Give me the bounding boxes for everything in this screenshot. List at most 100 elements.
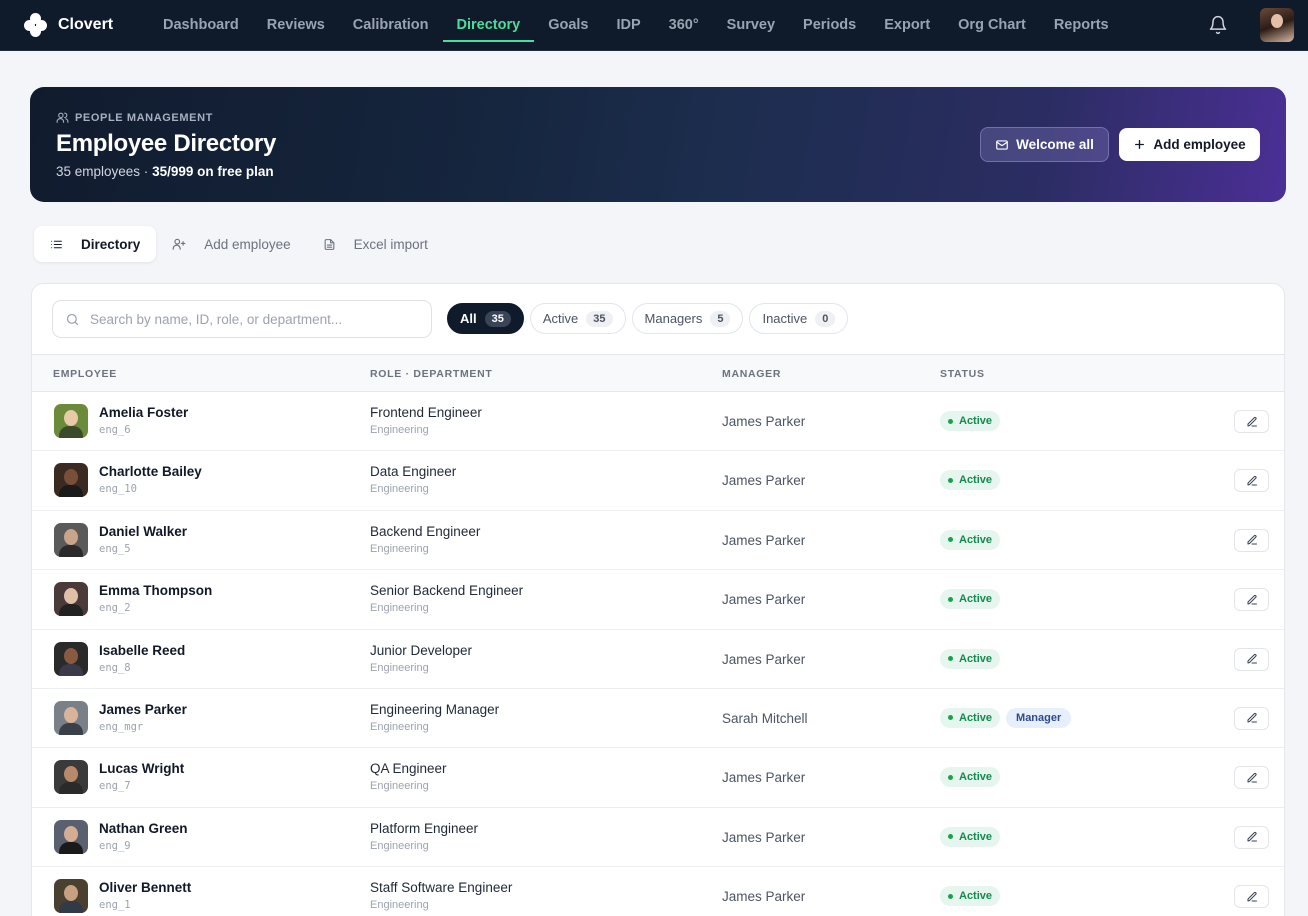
welcome-all-button[interactable]: Welcome all: [980, 127, 1109, 162]
filter-inactive[interactable]: Inactive 0: [749, 303, 849, 334]
employee-id: eng_mgr: [99, 720, 144, 733]
user-plus-icon: [172, 237, 195, 251]
list-icon: [50, 238, 72, 251]
header-employee: EMPLOYEE: [53, 368, 117, 380]
status-badge: Active: [940, 411, 1001, 431]
filter-managers[interactable]: Managers 5: [631, 303, 744, 334]
user-avatar[interactable]: [1260, 8, 1294, 42]
table-row[interactable]: Lucas Wright eng_7 QA Engineer Engineering J…: [32, 748, 1284, 808]
employee-id: eng_5: [99, 542, 131, 555]
nav-item-calibration[interactable]: Calibration: [339, 0, 443, 51]
nav-item-360[interactable]: 360°: [655, 0, 713, 51]
edit-icon: [1247, 475, 1257, 486]
header-status: STATUS: [940, 368, 985, 380]
table-row[interactable]: Isabelle Reed eng_8 Junior Developer Engine…: [32, 630, 1284, 689]
plan-usage: 35/999 on free plan: [152, 164, 274, 179]
edit-icon: [1247, 594, 1257, 605]
bell-icon[interactable]: [1208, 15, 1228, 35]
employee-role: Backend Engineer: [370, 523, 481, 539]
edit-icon: [1247, 832, 1257, 842]
filter-all[interactable]: All 35: [447, 303, 524, 334]
employee-manager: James Parker: [722, 414, 806, 429]
brand[interactable]: Clovert: [24, 13, 149, 37]
edit-icon: [1247, 654, 1257, 664]
employee-manager: James Parker: [722, 473, 806, 489]
employee-department: Engineering: [370, 424, 429, 436]
employee-id: eng_1: [99, 899, 131, 912]
edit-button[interactable]: [1234, 647, 1269, 671]
status-cell: Active: [940, 589, 1001, 610]
table-row[interactable]: Oliver Bennett eng_1 Staff Software Engine…: [32, 867, 1284, 916]
header-role: ROLE · DEPARTMENT: [370, 368, 493, 380]
add-employee-button[interactable]: Add employee: [1119, 128, 1260, 161]
employee-id: eng_9: [99, 839, 131, 852]
table-row[interactable]: James Parker eng_mgr Engineering Manager En…: [32, 689, 1284, 749]
employee-name[interactable]: Daniel Walker: [99, 524, 187, 539]
edit-button[interactable]: [1234, 706, 1269, 730]
edit-button[interactable]: [1234, 588, 1269, 612]
avatar: [54, 760, 88, 795]
table-row[interactable]: Nathan Green eng_9 Platform Engineer Engine…: [32, 808, 1284, 868]
search-icon: [66, 313, 79, 325]
employee-name[interactable]: Isabelle Reed: [99, 643, 185, 658]
avatar: [54, 463, 88, 498]
edit-button[interactable]: [1234, 469, 1269, 493]
nav-item-org-chart[interactable]: Org Chart: [944, 0, 1040, 51]
nav-item-periods[interactable]: Periods: [789, 0, 870, 51]
employee-manager: James Parker: [722, 889, 806, 905]
employee-name[interactable]: Emma Thompson: [99, 583, 212, 598]
edit-button[interactable]: [1234, 885, 1269, 909]
employee-name[interactable]: James Parker: [99, 702, 187, 717]
edit-button[interactable]: [1234, 766, 1269, 790]
filter-count: 0: [815, 310, 836, 327]
filter-count: 35: [586, 310, 613, 327]
nav-item-reviews[interactable]: Reviews: [253, 0, 339, 51]
search-input[interactable]: [90, 311, 410, 327]
clover-logo-icon: [24, 13, 48, 37]
table-row[interactable]: Charlotte Bailey eng_10 Data Engineer Engin…: [32, 451, 1284, 511]
table-row[interactable]: Emma Thompson eng_2 Senior Backend Enginee…: [32, 570, 1284, 630]
nav-item-directory[interactable]: Directory: [442, 0, 535, 51]
edit-icon: [1247, 891, 1257, 902]
status-badge: Active: [940, 648, 1001, 669]
file-icon: [323, 238, 345, 251]
tab-directory[interactable]: Directory: [34, 226, 157, 262]
employee-manager: James Parker: [722, 532, 806, 548]
avatar: [54, 641, 88, 676]
nav-item-export[interactable]: Export: [870, 0, 944, 51]
employee-name[interactable]: Amelia Foster: [99, 405, 188, 420]
tab-add-employee[interactable]: Add employee: [156, 226, 306, 262]
nav-item-idp[interactable]: IDP: [603, 0, 655, 51]
status-cell: Active: [940, 767, 1001, 788]
employee-id: eng_10: [99, 483, 137, 496]
table-row[interactable]: Daniel Walker eng_5 Backend Engineer Engine…: [32, 511, 1284, 571]
employee-name[interactable]: Oliver Bennett: [99, 880, 191, 895]
employee-role: Platform Engineer: [370, 820, 479, 836]
edit-button[interactable]: [1234, 825, 1269, 849]
table-row[interactable]: Amelia Foster eng_6 Frontend Engineer Engin…: [32, 392, 1284, 452]
tab-excel-import[interactable]: Excel import: [307, 226, 444, 262]
employee-name[interactable]: Nathan Green: [99, 821, 188, 836]
hero-eyebrow: PEOPLE MANAGEMENT: [56, 111, 213, 124]
edit-button[interactable]: [1234, 528, 1269, 552]
employee-name[interactable]: Lucas Wright: [99, 761, 184, 776]
status-badge: Active: [940, 826, 1001, 847]
employee-name[interactable]: Charlotte Bailey: [99, 464, 202, 479]
search-box[interactable]: [52, 300, 432, 338]
avatar: [54, 700, 88, 735]
header-manager: MANAGER: [722, 368, 782, 380]
status-badge: Active: [940, 470, 1001, 491]
brand-name: Clovert: [58, 16, 114, 33]
filter-active[interactable]: Active 35: [529, 303, 626, 334]
status-cell: Active: [940, 648, 1001, 669]
status-cell: Active: [940, 886, 1001, 907]
employee-id: eng_2: [99, 602, 131, 615]
employee-id: eng_7: [99, 780, 131, 793]
edit-button[interactable]: [1234, 410, 1269, 433]
nav-item-dashboard[interactable]: Dashboard: [149, 0, 253, 51]
nav-item-reports[interactable]: Reports: [1040, 0, 1123, 51]
avatar: [54, 879, 88, 914]
employee-department: Engineering: [370, 602, 429, 615]
nav-item-goals[interactable]: Goals: [534, 0, 602, 51]
nav-item-survey[interactable]: Survey: [713, 0, 789, 51]
